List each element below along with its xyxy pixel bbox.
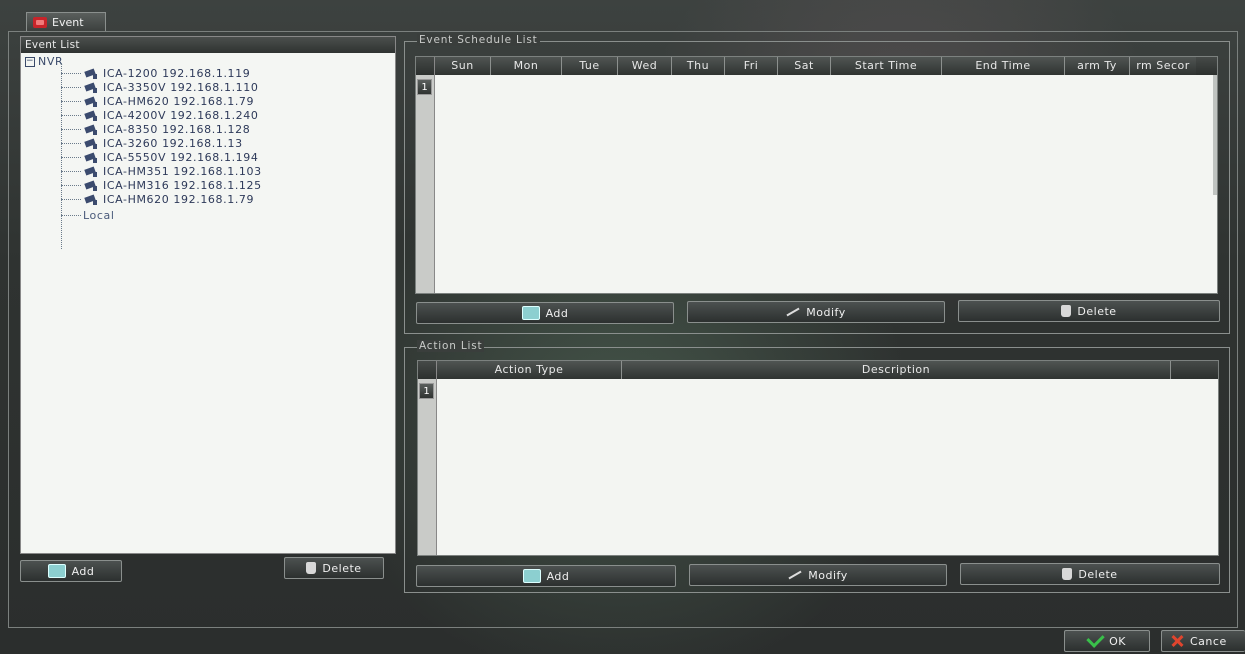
event-schedule-title: Event Schedule List [417, 34, 540, 46]
tree-root-label: NVR [38, 55, 64, 68]
event-list-header: Event List [21, 37, 395, 53]
device-label: ICA-4200V 192.168.1.240 [103, 109, 259, 122]
col-sun[interactable]: Sun [435, 57, 491, 75]
collapse-icon[interactable]: − [25, 56, 35, 67]
modify-label: Modify [806, 305, 846, 319]
device-label: ICA-3260 192.168.1.13 [103, 137, 243, 150]
device-label: ICA-HM620 192.168.1.79 [103, 193, 255, 206]
camera-icon [85, 97, 99, 107]
tree-root-nvr[interactable]: − NVR [25, 55, 63, 68]
trash-icon [306, 562, 317, 574]
schedule-add-button[interactable]: Add [416, 302, 674, 324]
ok-label: OK [1109, 634, 1126, 648]
grid-corner [416, 57, 435, 75]
camera-icon [85, 125, 99, 135]
add-icon [521, 306, 540, 320]
tree-node-device[interactable]: ICA-3350V 192.168.1.110 [61, 81, 258, 94]
event-list-delete-button[interactable]: Delete [284, 557, 384, 579]
device-label: ICA-HM316 192.168.1.125 [103, 179, 262, 192]
delete-label: Delete [322, 561, 362, 575]
col-alarm-type[interactable]: arm Ty [1065, 57, 1130, 75]
action-delete-button[interactable]: Delete [960, 563, 1220, 585]
col-mon[interactable]: Mon [491, 57, 562, 75]
tree-node-device[interactable]: ICA-1200 192.168.1.119 [61, 67, 250, 80]
action-modify-button[interactable]: Modify [689, 564, 947, 586]
camera-icon [85, 167, 99, 177]
trash-icon [1061, 305, 1072, 317]
checkmark-icon [1086, 628, 1105, 648]
col-end-time[interactable]: End Time [942, 57, 1065, 75]
tree-node-device[interactable]: ICA-HM620 192.168.1.79 [61, 193, 254, 206]
tree-node-device[interactable]: ICA-3260 192.168.1.13 [61, 137, 243, 150]
event-list-panel: Event List − NVR ICA-1200 192.168.1.119 … [20, 36, 396, 554]
event-icon [33, 17, 47, 28]
delete-label: Delete [1077, 304, 1117, 318]
add-label: Add [545, 306, 569, 320]
add-icon [522, 569, 541, 583]
camera-icon [85, 181, 99, 191]
event-schedule-header-row: Sun Mon Tue Wed Thu Fri Sat Start Time E… [416, 57, 1217, 75]
add-label: Add [71, 564, 95, 578]
schedule-delete-button[interactable]: Delete [958, 300, 1220, 322]
row-gutter [418, 379, 437, 555]
device-label: ICA-8350 192.168.1.128 [103, 123, 251, 136]
device-label: ICA-3350V 192.168.1.110 [103, 81, 259, 94]
tree-node-local[interactable]: Local [61, 209, 115, 222]
tree-node-device[interactable]: ICA-5550V 192.168.1.194 [61, 151, 258, 164]
cancel-button[interactable]: Cance [1161, 630, 1245, 652]
pencil-icon [786, 307, 800, 317]
camera-icon [85, 83, 99, 93]
camera-icon [85, 111, 99, 121]
col-wed[interactable]: Wed [618, 57, 672, 75]
tree-node-device[interactable]: ICA-HM351 192.168.1.103 [61, 165, 262, 178]
device-label: ICA-1200 192.168.1.119 [103, 67, 251, 80]
tree-node-device[interactable]: ICA-HM620 192.168.1.79 [61, 95, 254, 108]
action-list-title: Action List [417, 340, 485, 352]
tree-node-device[interactable]: ICA-8350 192.168.1.128 [61, 123, 250, 136]
delete-label: Delete [1078, 567, 1118, 581]
ok-button[interactable]: OK [1064, 628, 1150, 652]
event-schedule-grid[interactable]: Sun Mon Tue Wed Thu Fri Sat Start Time E… [415, 56, 1218, 294]
col-thu[interactable]: Thu [672, 57, 725, 75]
action-list-header-row: Action Type Description [418, 361, 1218, 379]
schedule-modify-button[interactable]: Modify [687, 301, 945, 323]
tab-event[interactable]: Event [26, 12, 106, 32]
col-start-time[interactable]: Start Time [831, 57, 942, 75]
modify-label: Modify [808, 568, 848, 582]
col-action-type[interactable]: Action Type [437, 361, 622, 379]
add-icon [47, 564, 66, 578]
action-list-grid[interactable]: Action Type Description 1 [417, 360, 1219, 556]
local-label: Local [83, 209, 115, 222]
device-label: ICA-HM620 192.168.1.79 [103, 95, 255, 108]
tree-node-device[interactable]: ICA-HM316 192.168.1.125 [61, 179, 262, 192]
trash-icon [1062, 568, 1073, 580]
action-add-button[interactable]: Add [416, 565, 676, 587]
col-fri[interactable]: Fri [725, 57, 778, 75]
grid-corner [418, 361, 437, 379]
pencil-icon [788, 570, 802, 580]
cancel-icon [1170, 634, 1184, 648]
add-label: Add [546, 569, 570, 583]
row-number[interactable]: 1 [417, 79, 432, 95]
tree-node-device[interactable]: ICA-4200V 192.168.1.240 [61, 109, 258, 122]
device-label: ICA-HM351 192.168.1.103 [103, 165, 262, 178]
col-tue[interactable]: Tue [562, 57, 618, 75]
col-description[interactable]: Description [622, 361, 1171, 379]
event-list-add-button[interactable]: Add [20, 560, 122, 582]
col-sat[interactable]: Sat [778, 57, 831, 75]
col-alarm-second[interactable]: rm Secor [1130, 57, 1196, 75]
camera-icon [85, 195, 99, 205]
device-label: ICA-5550V 192.168.1.194 [103, 151, 259, 164]
camera-icon [85, 153, 99, 163]
scrollbar[interactable] [1213, 75, 1217, 195]
row-number[interactable]: 1 [419, 383, 434, 399]
camera-icon [85, 69, 99, 79]
tab-event-label: Event [52, 16, 84, 29]
row-gutter [416, 75, 435, 293]
cancel-label: Cance [1190, 634, 1227, 648]
camera-icon [85, 139, 99, 149]
